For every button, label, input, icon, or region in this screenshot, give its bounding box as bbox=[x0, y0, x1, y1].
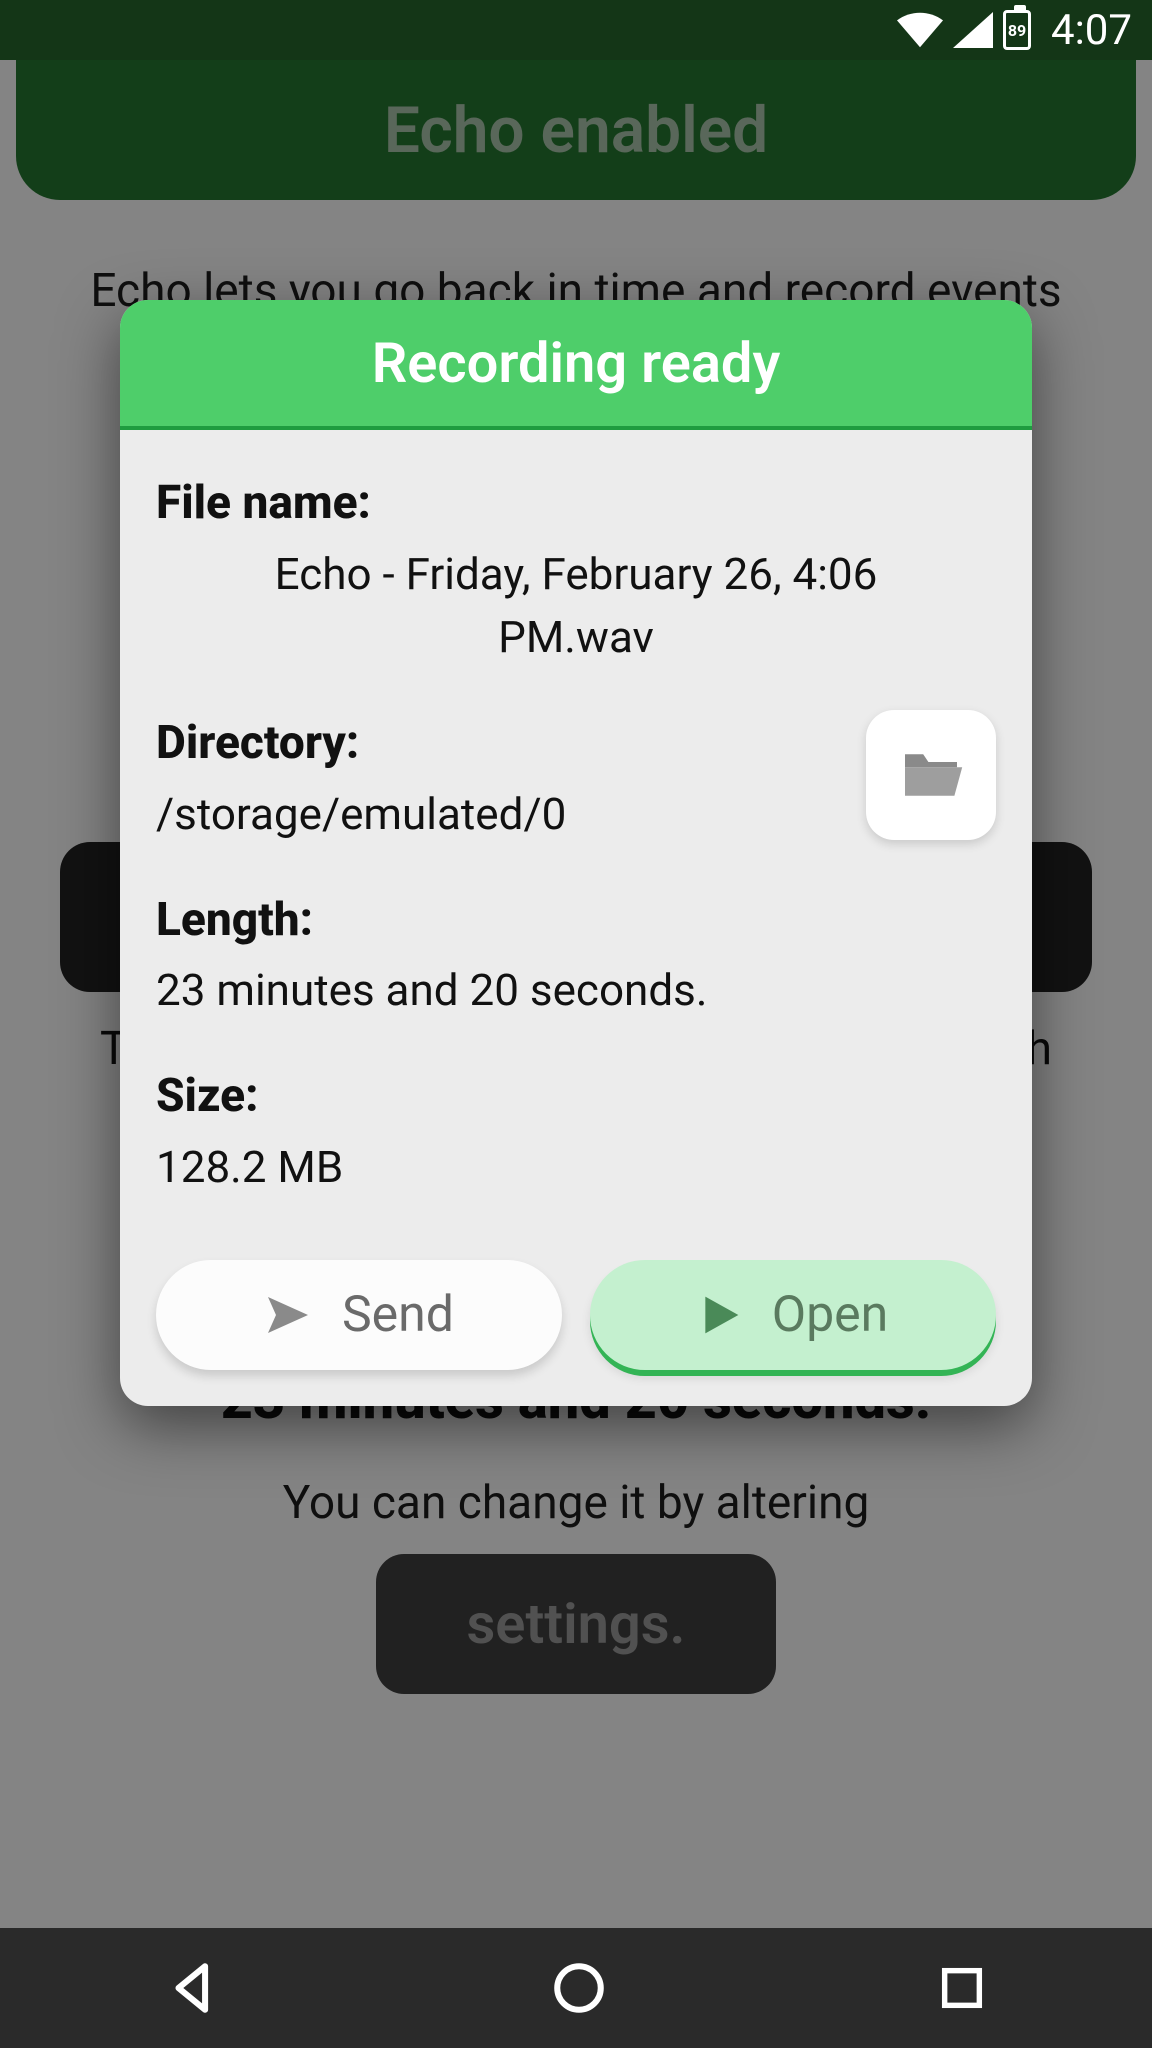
android-nav-bar bbox=[0, 1928, 1152, 2048]
nav-recent-icon[interactable] bbox=[936, 1962, 988, 2014]
dialog-title: Recording ready bbox=[120, 300, 1032, 430]
open-folder-button[interactable] bbox=[866, 710, 996, 840]
file-name-value: Echo - Friday, February 26, 4:06 PM.wav bbox=[156, 543, 996, 671]
send-icon bbox=[264, 1291, 312, 1339]
folder-icon bbox=[899, 749, 963, 801]
wifi-icon bbox=[897, 12, 943, 48]
send-button[interactable]: Send bbox=[156, 1260, 562, 1370]
send-label: Send bbox=[342, 1286, 454, 1344]
open-button[interactable]: Open bbox=[590, 1260, 996, 1370]
battery-percent: 89 bbox=[1008, 21, 1026, 40]
status-time: 4:07 bbox=[1051, 6, 1132, 55]
open-label: Open bbox=[772, 1286, 889, 1344]
directory-label: Directory: bbox=[156, 710, 846, 777]
nav-back-icon[interactable] bbox=[164, 1959, 222, 2017]
play-icon bbox=[698, 1293, 742, 1337]
length-label: Length: bbox=[156, 887, 996, 954]
file-name-label: File name: bbox=[156, 470, 996, 537]
size-label: Size: bbox=[156, 1063, 996, 1130]
recording-ready-dialog: Recording ready File name: Echo - Friday… bbox=[120, 300, 1032, 1406]
status-bar: 89 4:07 bbox=[0, 0, 1152, 60]
battery-icon: 89 bbox=[1003, 10, 1031, 50]
nav-home-icon[interactable] bbox=[550, 1959, 608, 2017]
directory-value: /storage/emulated/0 bbox=[156, 783, 846, 847]
cellular-icon bbox=[953, 12, 993, 48]
size-value: 128.2 MB bbox=[156, 1136, 996, 1200]
length-value: 23 minutes and 20 seconds. bbox=[156, 959, 996, 1023]
